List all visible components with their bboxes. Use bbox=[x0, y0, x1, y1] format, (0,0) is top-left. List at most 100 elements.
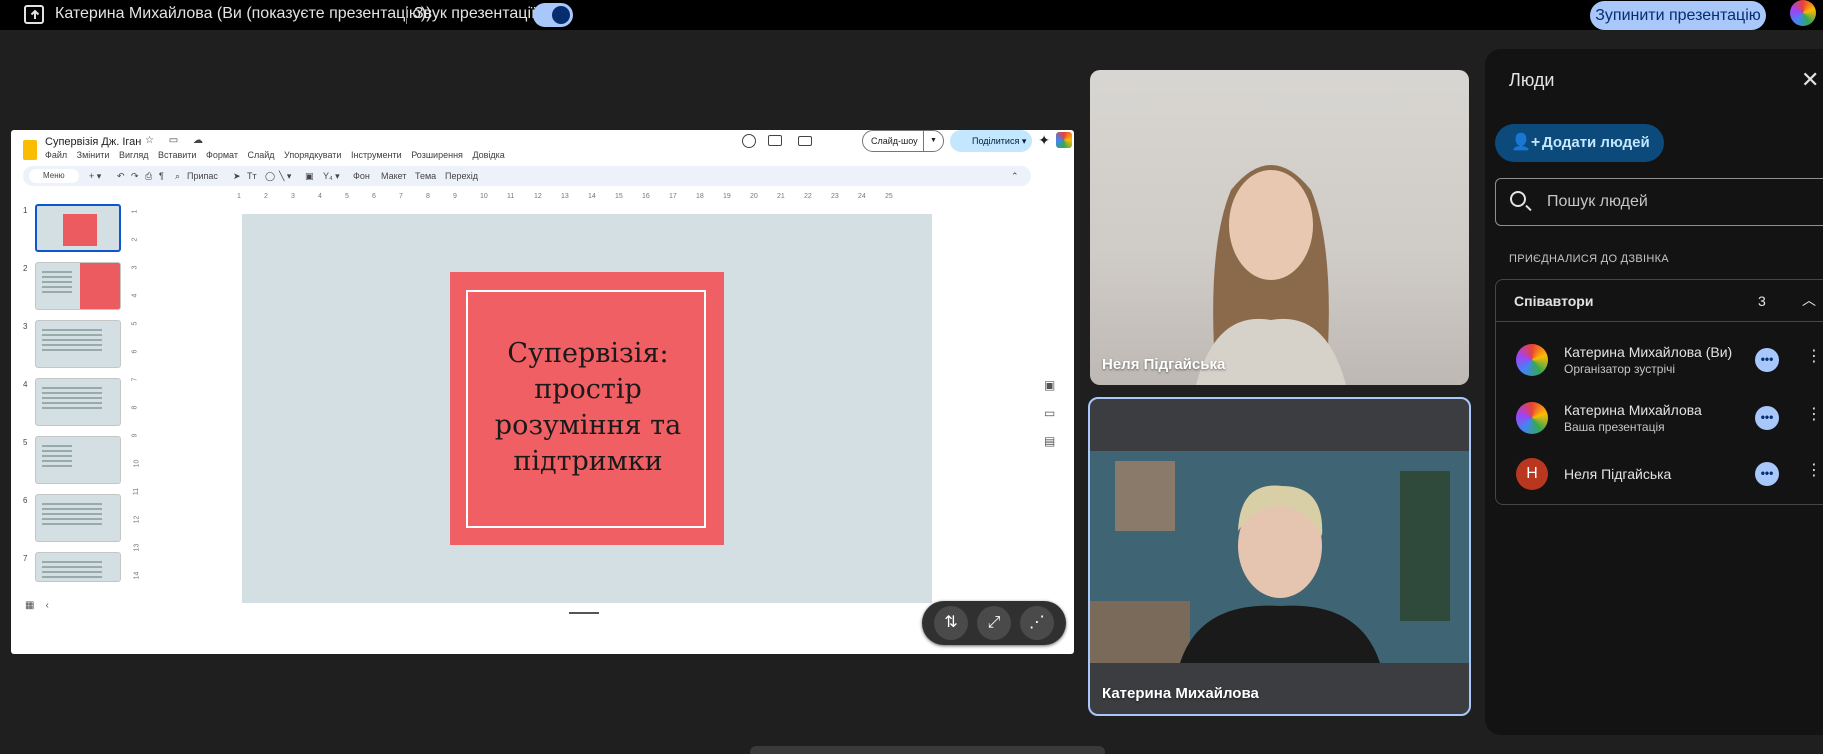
slide-thumbnail-4[interactable] bbox=[35, 378, 121, 426]
document-title[interactable]: Супервізія Дж. Іган bbox=[45, 136, 141, 148]
participant-name: Катерина Михайлова (Ви) bbox=[1564, 344, 1733, 360]
comment-icon[interactable] bbox=[768, 135, 782, 146]
collapse-toolbar-icon[interactable]: ⌃ bbox=[1011, 170, 1019, 182]
print-icon[interactable]: ⎙ bbox=[145, 170, 152, 182]
ruler-tick: 10 bbox=[480, 193, 488, 200]
background-button[interactable]: Фон bbox=[353, 170, 370, 182]
redo-icon[interactable]: ↷ bbox=[131, 170, 139, 182]
slide-thumbnail-7[interactable] bbox=[35, 552, 121, 582]
menu-file[interactable]: Файл bbox=[45, 150, 67, 160]
search-people-input[interactable]: Пошук людей bbox=[1495, 178, 1823, 226]
menu-view[interactable]: Вигляд bbox=[119, 150, 149, 160]
star-folder-cloud-icons[interactable]: ☆ ▭ ☁ bbox=[145, 135, 209, 146]
slide-thumbnail-3[interactable] bbox=[35, 320, 121, 368]
swap-layout-icon[interactable]: ⇅ bbox=[934, 606, 968, 640]
gemini-sparkle-icon[interactable]: ✦ bbox=[1038, 132, 1050, 149]
account-avatar[interactable] bbox=[1790, 0, 1816, 26]
scrollbar-handle[interactable] bbox=[569, 612, 599, 614]
avatar bbox=[1516, 344, 1548, 376]
presentation-audio-label: Звук презентації bbox=[414, 5, 536, 22]
kebab-menu-icon[interactable]: ⋮ bbox=[1806, 404, 1822, 424]
menu-extensions[interactable]: Розширення bbox=[411, 150, 463, 160]
participant-row[interactable]: Катерина Михайлова Ваша презентація ••• … bbox=[1496, 394, 1823, 446]
slide-thumbnail-5[interactable] bbox=[35, 436, 121, 484]
ruler-tick: 6 bbox=[131, 349, 139, 354]
slides-logo-icon bbox=[23, 140, 37, 160]
more-options-icon[interactable]: ••• bbox=[1755, 406, 1779, 430]
participant-row[interactable]: Н Неля Підгайська ••• ⋮ bbox=[1496, 450, 1823, 502]
meet-camera-icon[interactable] bbox=[798, 136, 812, 146]
participant-row[interactable]: Катерина Михайлова (Ви) Організатор зуст… bbox=[1496, 336, 1823, 388]
ruler-tick: 12 bbox=[133, 515, 141, 524]
slide-title[interactable]: Супервізія: простір розуміння та підтрим… bbox=[468, 336, 708, 480]
add-people-button[interactable]: 👤+ Додати людей bbox=[1495, 124, 1664, 162]
title-box[interactable]: Супервізія: простір розуміння та підтрим… bbox=[450, 272, 724, 545]
participant-video bbox=[1090, 451, 1469, 663]
grid-view-icon[interactable]: ▦ ‹ bbox=[25, 600, 49, 611]
slide-thumbnail-6[interactable] bbox=[35, 494, 121, 542]
close-icon[interactable]: ✕ bbox=[1801, 69, 1819, 91]
horizontal-ruler: 1 2 3 4 5 6 7 8 9 10 11 12 13 14 15 16 17 18 19 20 21 22 23 24 2… bbox=[237, 193, 1027, 201]
stop-presenting-button[interactable]: Зупинити презентацію bbox=[1590, 1, 1766, 30]
ruler-tick: 11 bbox=[507, 193, 515, 200]
shared-screen-slides: Супервізія Дж. Іган ☆ ▭ ☁ Файл Змінити В… bbox=[11, 130, 1074, 654]
line-icon[interactable]: ╲ ▾ bbox=[279, 170, 291, 182]
menu-help[interactable]: Довідка bbox=[472, 150, 504, 160]
menu-arrange[interactable]: Упорядкувати bbox=[284, 150, 341, 160]
theme-button[interactable]: Тема bbox=[415, 170, 436, 182]
menu-search-input[interactable]: Меню bbox=[29, 169, 79, 183]
ruler-tick: 12 bbox=[534, 193, 542, 200]
avatar bbox=[1516, 402, 1548, 434]
paint-format-icon[interactable]: ¶ bbox=[159, 170, 164, 182]
slide-canvas[interactable]: Супервізія: простір розуміння та підтрим… bbox=[242, 214, 932, 603]
kebab-menu-icon[interactable]: ⋮ bbox=[1806, 346, 1822, 366]
participant-tile-active[interactable]: Катерина Михайлова bbox=[1088, 397, 1471, 716]
shape-icon[interactable]: ◯ bbox=[265, 170, 275, 182]
zoom-select[interactable]: Припас bbox=[187, 170, 218, 182]
panel-title: Люди bbox=[1509, 70, 1555, 90]
search-placeholder: Пошук людей bbox=[1547, 193, 1648, 210]
share-doc-button[interactable]: Поділитися ▾ bbox=[950, 130, 1032, 152]
ruler-tick: 13 bbox=[133, 543, 141, 552]
zoom-icon[interactable]: ⌕ bbox=[175, 170, 180, 182]
layout-button[interactable]: Макет bbox=[381, 170, 406, 182]
slide-thumbnail-1[interactable] bbox=[35, 204, 121, 252]
side-panel-icons: ▣ ▭ ▤ bbox=[1044, 378, 1068, 448]
chevron-down-icon[interactable]: ▼ bbox=[923, 131, 943, 151]
menu-format[interactable]: Формат bbox=[206, 150, 238, 160]
more-options-icon[interactable]: ••• bbox=[1755, 348, 1779, 372]
transition-button[interactable]: Перехід bbox=[445, 170, 478, 182]
participant-name: Катерина Михайлова bbox=[1564, 402, 1702, 418]
slide-thumbnail-2[interactable] bbox=[35, 262, 121, 310]
folder-icon[interactable]: ▭ bbox=[1044, 406, 1068, 420]
ruler-tick: 6 bbox=[372, 193, 376, 200]
undo-icon[interactable]: ↶ bbox=[117, 170, 125, 182]
text-format-icon[interactable]: Y₄ ▾ bbox=[323, 170, 340, 182]
share-icon[interactable]: ⋰ bbox=[1020, 606, 1054, 640]
ruler-tick: 11 bbox=[133, 487, 141, 496]
menu-tools[interactable]: Інструменти bbox=[351, 150, 402, 160]
comment-add-icon[interactable]: ▣ bbox=[305, 170, 314, 182]
select-tool-icon[interactable]: ➤ bbox=[233, 170, 241, 182]
group-header[interactable]: Співавтори 3 ︿ bbox=[1496, 280, 1823, 322]
presentation-audio-toggle[interactable] bbox=[533, 3, 573, 27]
version-history-icon[interactable] bbox=[742, 134, 756, 148]
new-slide-icon[interactable]: + ▾ bbox=[89, 170, 101, 182]
presenter-title: Катерина Михайлова (Ви (показуєте презен… bbox=[55, 5, 432, 22]
present-screen-icon bbox=[24, 5, 44, 24]
slideshow-button[interactable]: Слайд-шоу ▼ bbox=[862, 130, 944, 152]
menu-insert[interactable]: Вставити bbox=[158, 150, 197, 160]
text-box-icon[interactable]: Tт bbox=[247, 170, 257, 182]
more-options-icon[interactable]: ••• bbox=[1755, 462, 1779, 486]
group-count: 3 bbox=[1758, 293, 1766, 309]
tasks-icon[interactable]: ▤ bbox=[1044, 434, 1068, 448]
keep-icon[interactable]: ▣ bbox=[1044, 378, 1068, 392]
chevron-up-icon[interactable]: ︿ bbox=[1802, 290, 1816, 310]
share-doc-label: Поділитися bbox=[972, 136, 1020, 146]
menu-slide[interactable]: Слайд bbox=[247, 150, 274, 160]
menu-edit[interactable]: Змінити bbox=[77, 150, 110, 160]
kebab-menu-icon[interactable]: ⋮ bbox=[1806, 460, 1822, 480]
extension-icon[interactable] bbox=[1056, 132, 1072, 148]
participant-tile[interactable]: Неля Підгайська bbox=[1090, 70, 1469, 385]
fullscreen-icon[interactable]: ⤢ bbox=[977, 606, 1011, 640]
